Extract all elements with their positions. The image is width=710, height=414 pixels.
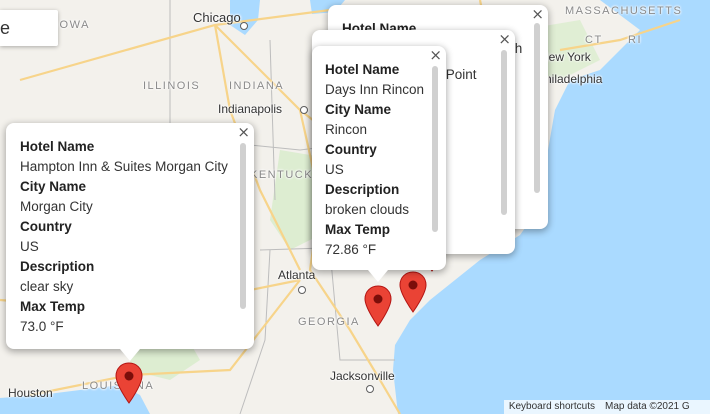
close-icon[interactable]: × [237,123,250,141]
city-label-houston: Houston [8,386,53,400]
info-value-country: US [325,162,344,177]
info-value-description: broken clouds [325,202,410,217]
info-window-rincon[interactable]: × Hotel Name Days Inn Rincon City Name R… [312,46,446,282]
state-label-illinois: ILLINOIS [143,80,201,92]
city-dot-jacksonville [366,385,374,393]
info-label-hotel-name: Hotel Name [20,139,95,154]
info-value-city-name: Rincon [325,122,368,137]
city-dot-chicago [240,22,248,30]
map-data-attribution: Map data ©2021 G [600,400,710,414]
city-label-atlanta: Atlanta [278,268,316,282]
close-icon[interactable]: × [429,46,442,64]
info-value-hotel-name: Hampton Inn & Suites Morgan City [20,159,228,174]
scrollbar[interactable] [534,23,540,193]
info-label-city-name: City Name [20,179,87,194]
city-dot-atlanta [298,286,306,294]
info-window-morgan-city[interactable]: × Hotel Name Hampton Inn & Suites Morgan… [6,123,254,361]
state-label-massachusetts: MASSACHUSETTS [565,5,683,17]
scrollbar[interactable] [240,143,246,309]
city-dot-indianapolis [300,106,308,114]
map-marker-rincon[interactable] [364,285,392,327]
close-icon[interactable]: × [531,5,544,23]
close-icon[interactable]: × [498,30,511,48]
city-label-jacksonville: Jacksonville [330,369,395,383]
city-label-chicago: Chicago [193,10,241,25]
map-control-button[interactable]: e [0,10,58,46]
info-value-max-temp: 72.86 °F [325,242,377,257]
scrollbar[interactable] [432,66,438,232]
city-label-indianapolis: Indianapolis [218,102,283,116]
state-label-indiana: INDIANA [229,80,285,92]
keyboard-shortcuts-link[interactable]: Keyboard shortcuts [503,400,600,414]
info-value-max-temp: 73.0 °F [20,319,64,334]
info-label-max-temp: Max Temp [20,299,86,314]
state-label-iowa: IOWA [55,19,90,31]
info-window-pointer [368,270,388,282]
info-label-country: Country [20,219,72,234]
info-label-city-name: City Name [325,102,392,117]
info-label-max-temp: Max Temp [325,222,391,237]
info-label-description: Description [325,182,400,197]
info-window-pointer [120,349,140,361]
map-control-label: e [0,18,11,38]
map-marker-morgan-city[interactable] [115,362,143,404]
state-label-ct: CT [585,34,603,46]
state-label-ri: RI [628,34,642,46]
info-value-country: US [20,239,39,254]
info-label-description: Description [20,259,95,274]
info-label-country: Country [325,142,377,157]
state-label-georgia: GEORGIA [298,316,360,328]
info-value-city-name: Morgan City [20,199,93,214]
info-value-description: clear sky [20,279,74,294]
info-value-hotel-name: Days Inn Rincon [325,82,425,97]
map-marker[interactable] [399,271,427,313]
scrollbar[interactable] [501,50,507,215]
info-label-hotel-name: Hotel Name [325,62,400,77]
